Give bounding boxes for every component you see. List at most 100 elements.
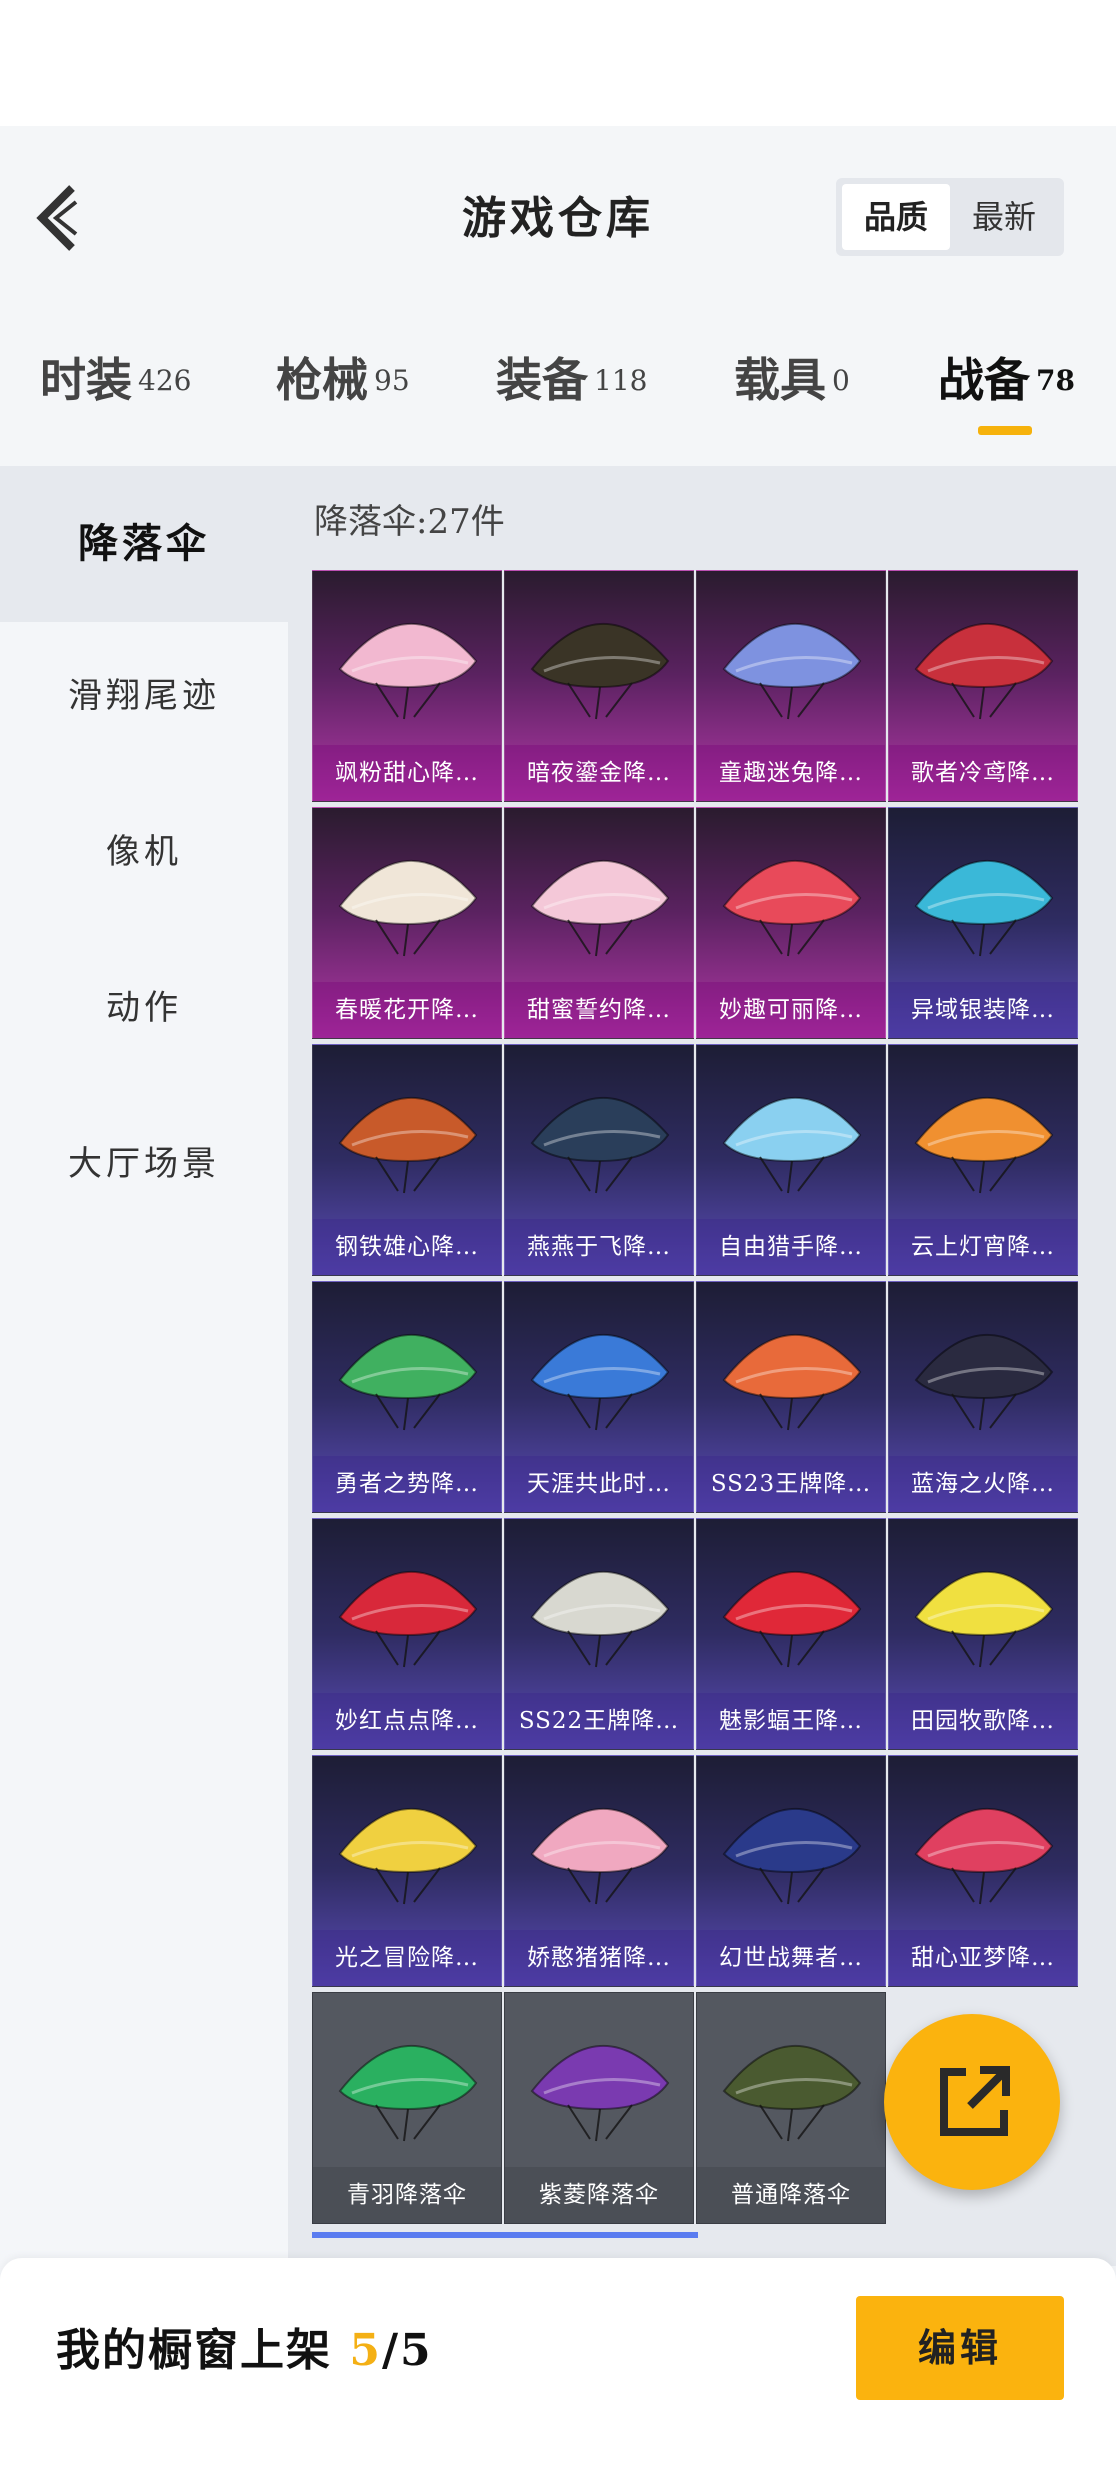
- parachute-icon: [914, 1097, 1054, 1194]
- parachute-item-tile[interactable]: 甜蜜誓约降…: [504, 807, 694, 1039]
- parachute-item-tile[interactable]: 甜心亚梦降…: [888, 1755, 1078, 1987]
- item-name: 普通降落伞: [697, 2167, 885, 2223]
- tab-vehicles[interactable]: 载具 0: [734, 344, 850, 407]
- tab-equipment[interactable]: 装备 118: [496, 344, 648, 407]
- status-bar: [0, 0, 1116, 126]
- tab-fashion[interactable]: 时装 426: [40, 344, 191, 407]
- parachute-icon: [530, 1808, 670, 1905]
- tab-label: 载具: [734, 353, 826, 407]
- parachute-icon: [722, 1097, 862, 1194]
- grid-scroll-indicator: [312, 2232, 698, 2238]
- parachute-icon: [338, 1334, 478, 1431]
- parachute-item-tile[interactable]: 田园牧歌降…: [888, 1518, 1078, 1750]
- parachute-item-tile[interactable]: 紫菱降落伞: [504, 1992, 694, 2224]
- showcase-status: 我的橱窗上架 5/5: [56, 2314, 433, 2378]
- tab-count: 78: [1036, 364, 1075, 397]
- parachute-item-tile[interactable]: 天涯共此时…: [504, 1281, 694, 1513]
- sidebar-item-parachute[interactable]: 降落伞: [0, 466, 288, 622]
- parachute-item-tile[interactable]: 妙趣可丽降…: [696, 807, 886, 1039]
- item-count-label: 降落伞:27件: [314, 502, 505, 542]
- parachute-icon: [338, 623, 478, 720]
- item-name: 歌者冷鸢降…: [889, 745, 1077, 801]
- parachute-icon: [530, 1097, 670, 1194]
- item-name: 异域银装降…: [889, 982, 1077, 1038]
- parachute-icon: [722, 623, 862, 720]
- tab-count: 0: [832, 364, 850, 397]
- parachute-item-tile[interactable]: SS22王牌降…: [504, 1518, 694, 1750]
- parachute-item-tile[interactable]: 钢铁雄心降…: [312, 1044, 502, 1276]
- parachute-item-tile[interactable]: 燕燕于飞降…: [504, 1044, 694, 1276]
- parachute-item-tile[interactable]: 魅影蝠王降…: [696, 1518, 886, 1750]
- item-grid: 飒粉甜心降… 暗夜鎏金降… 童趣迷兔降… 歌者冷鸢降… 春暖花开降… 甜蜜誓约降… 妙趣可丽…: [312, 570, 1088, 2240]
- share-button[interactable]: [884, 2014, 1060, 2190]
- edit-button[interactable]: 编辑: [856, 2296, 1064, 2400]
- tab-label: 战备: [938, 353, 1030, 407]
- item-name: SS22王牌降…: [505, 1693, 693, 1749]
- parachute-item-tile[interactable]: 勇者之势降…: [312, 1281, 502, 1513]
- item-name: 魅影蝠王降…: [697, 1693, 885, 1749]
- parachute-icon: [722, 1334, 862, 1431]
- tab-label: 装备: [496, 353, 588, 407]
- item-name: 田园牧歌降…: [889, 1693, 1077, 1749]
- tab-label: 时装: [40, 353, 132, 407]
- parachute-item-tile[interactable]: 歌者冷鸢降…: [888, 570, 1078, 802]
- parachute-icon: [338, 2045, 478, 2142]
- sidebar-item-lobby-scene[interactable]: 大厅场景: [0, 1136, 288, 1185]
- parachute-item-tile[interactable]: SS23王牌降…: [696, 1281, 886, 1513]
- tab-weapons[interactable]: 枪械 95: [276, 344, 410, 407]
- parachute-item-tile[interactable]: 春暖花开降…: [312, 807, 502, 1039]
- parachute-icon: [722, 2045, 862, 2142]
- showcase-count: 5: [349, 2325, 382, 2376]
- parachute-item-tile[interactable]: 暗夜鎏金降…: [504, 570, 694, 802]
- item-name: 自由猎手降…: [697, 1219, 885, 1275]
- parachute-icon: [530, 1571, 670, 1668]
- sort-toggle[interactable]: 品质 最新: [836, 178, 1064, 256]
- item-name: 童趣迷兔降…: [697, 745, 885, 801]
- parachute-item-tile[interactable]: 自由猎手降…: [696, 1044, 886, 1276]
- parachute-item-tile[interactable]: 童趣迷兔降…: [696, 570, 886, 802]
- share-icon: [940, 2066, 1010, 2136]
- parachute-item-tile[interactable]: 娇憨猪猪降…: [504, 1755, 694, 1987]
- item-name: 暗夜鎏金降…: [505, 745, 693, 801]
- tab-count: 118: [594, 364, 648, 397]
- parachute-item-tile[interactable]: 异域银装降…: [888, 807, 1078, 1039]
- parachute-icon: [338, 860, 478, 957]
- parachute-item-tile[interactable]: 幻世战舞者…: [696, 1755, 886, 1987]
- category-sidebar: [0, 466, 288, 2266]
- active-tab-indicator: [978, 426, 1032, 435]
- parachute-icon: [530, 1334, 670, 1431]
- tab-battle-gear[interactable]: 战备 78: [938, 344, 1075, 407]
- item-name: 娇憨猪猪降…: [505, 1930, 693, 1986]
- parachute-icon: [530, 623, 670, 720]
- parachute-item-tile[interactable]: 蓝海之火降…: [888, 1281, 1078, 1513]
- item-name: 妙趣可丽降…: [697, 982, 885, 1038]
- parachute-icon: [914, 860, 1054, 957]
- sidebar-item-glide-trail[interactable]: 滑翔尾迹: [0, 668, 288, 717]
- parachute-item-tile[interactable]: 光之冒险降…: [312, 1755, 502, 1987]
- parachute-item-tile[interactable]: 妙红点点降…: [312, 1518, 502, 1750]
- sort-quality-option[interactable]: 品质: [842, 184, 950, 250]
- item-name: 春暖花开降…: [313, 982, 501, 1038]
- sidebar-item-emote[interactable]: 动作: [0, 980, 288, 1029]
- parachute-item-tile[interactable]: 云上灯宵降…: [888, 1044, 1078, 1276]
- item-name: 云上灯宵降…: [889, 1219, 1077, 1275]
- parachute-icon: [530, 860, 670, 957]
- tab-count: 95: [374, 364, 410, 397]
- item-name: 勇者之势降…: [313, 1456, 501, 1512]
- item-name: 燕燕于飞降…: [505, 1219, 693, 1275]
- parachute-icon: [722, 1571, 862, 1668]
- sidebar-item-camera[interactable]: 像机: [0, 824, 288, 873]
- parachute-item-tile[interactable]: 青羽降落伞: [312, 1992, 502, 2224]
- item-name: 妙红点点降…: [313, 1693, 501, 1749]
- parachute-icon: [914, 1808, 1054, 1905]
- item-name: 紫菱降落伞: [505, 2167, 693, 2223]
- parachute-item-tile[interactable]: 飒粉甜心降…: [312, 570, 502, 802]
- parachute-icon: [338, 1097, 478, 1194]
- parachute-icon: [338, 1571, 478, 1668]
- item-name: 青羽降落伞: [313, 2167, 501, 2223]
- showcase-label: 我的橱窗上架: [56, 2325, 332, 2376]
- sort-newest-option[interactable]: 最新: [950, 184, 1058, 250]
- parachute-icon: [914, 623, 1054, 720]
- parachute-icon: [338, 1808, 478, 1905]
- parachute-item-tile[interactable]: 普通降落伞: [696, 1992, 886, 2224]
